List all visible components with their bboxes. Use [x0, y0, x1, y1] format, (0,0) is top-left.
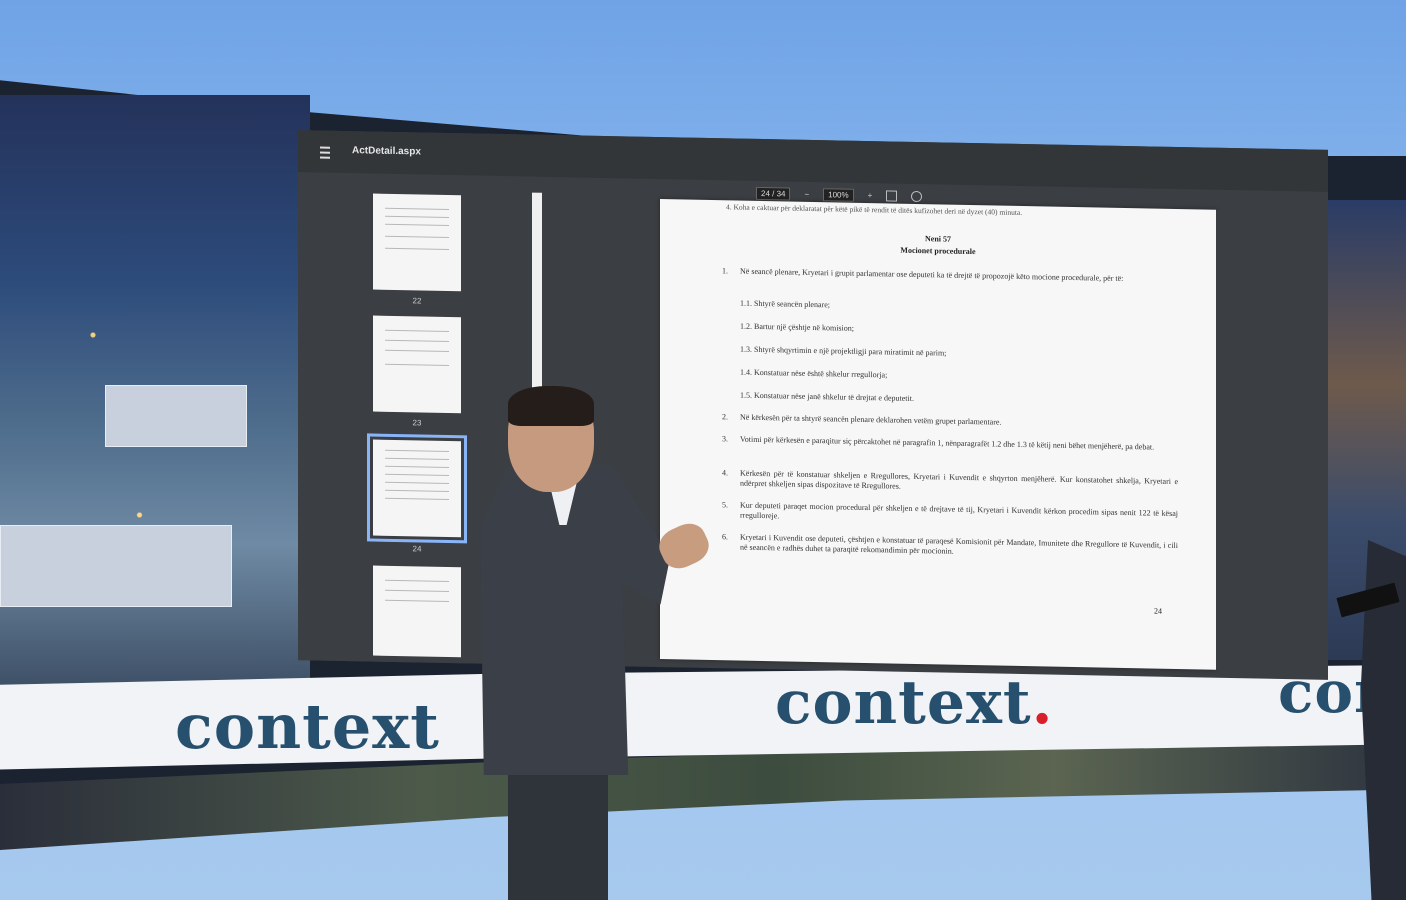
list-item: 5. Kur deputeti paraqet mocion procedural… [722, 500, 1178, 521]
thumbnail-number: 24 [412, 544, 422, 554]
brand-word: context [175, 690, 440, 763]
sub-item: 1.5. Konstatuar nëse janë shkelur të dre… [740, 390, 914, 403]
brand-logo-left: context [175, 690, 440, 763]
document-top-line: 4. Koha e caktuar për deklaratat për kët… [726, 202, 1023, 218]
thumbnail-page[interactable] [373, 193, 461, 292]
page-number: 24 [1154, 606, 1162, 616]
document-page: 4. Koha e caktuar për deklaratat për kët… [660, 199, 1216, 670]
list-item: 6. Kryetari i Kuvendit ose deputeti, çësh… [722, 532, 1178, 556]
rotate-icon[interactable] [911, 190, 923, 203]
thumbnail-page[interactable] [373, 565, 461, 658]
list-item: 2. Në kërkesën për ta shtyrë seancën plen… [722, 412, 1002, 427]
pdf-viewer: ActDetail.aspx 24 / 34 − 100% + 22 23 24… [298, 130, 1328, 680]
sub-item: 1.3. Shtyrë shqyrtimin e një projektligj… [740, 344, 947, 358]
menu-icon[interactable] [320, 146, 330, 159]
zoom-level[interactable]: 100% [823, 188, 854, 202]
thumbnail-number: 23 [412, 418, 422, 428]
brand-word: context [775, 668, 1032, 738]
viewer-margin [1216, 209, 1328, 672]
list-item: 3. Votimi për kërkesën e paraqitur siç pë… [722, 434, 1155, 452]
thumbnail-page[interactable] [373, 315, 461, 414]
list-item: 1. Në seancë plenare, Kryetari i grupit p… [722, 266, 1124, 283]
zoom-in-icon[interactable]: + [868, 191, 873, 200]
brand-logo-center: context. [775, 668, 1053, 738]
thumbnail-page-selected[interactable] [367, 433, 467, 544]
presenter-hair [508, 386, 594, 426]
presenter-legs [508, 760, 608, 900]
building [105, 385, 247, 447]
sub-item: 1.1. Shtyrë seancën plenare; [740, 298, 830, 310]
zoom-out-icon[interactable]: − [804, 190, 809, 199]
page-counter[interactable]: 24 / 34 [756, 186, 791, 201]
city-backdrop-left [0, 95, 310, 695]
list-item: 4. Kërkesën për të konstatuar shkeljen e … [722, 468, 1178, 491]
fit-page-icon[interactable] [886, 190, 898, 202]
sub-item: 1.2. Bartur një çështje në komision; [740, 321, 854, 333]
building [0, 525, 232, 607]
thumbnail-number: 22 [412, 296, 422, 306]
file-name: ActDetail.aspx [352, 145, 421, 158]
brand-dot: . [1031, 668, 1054, 738]
sub-item: 1.4. Konstatuar nëse është shkelur rregu… [740, 367, 888, 380]
